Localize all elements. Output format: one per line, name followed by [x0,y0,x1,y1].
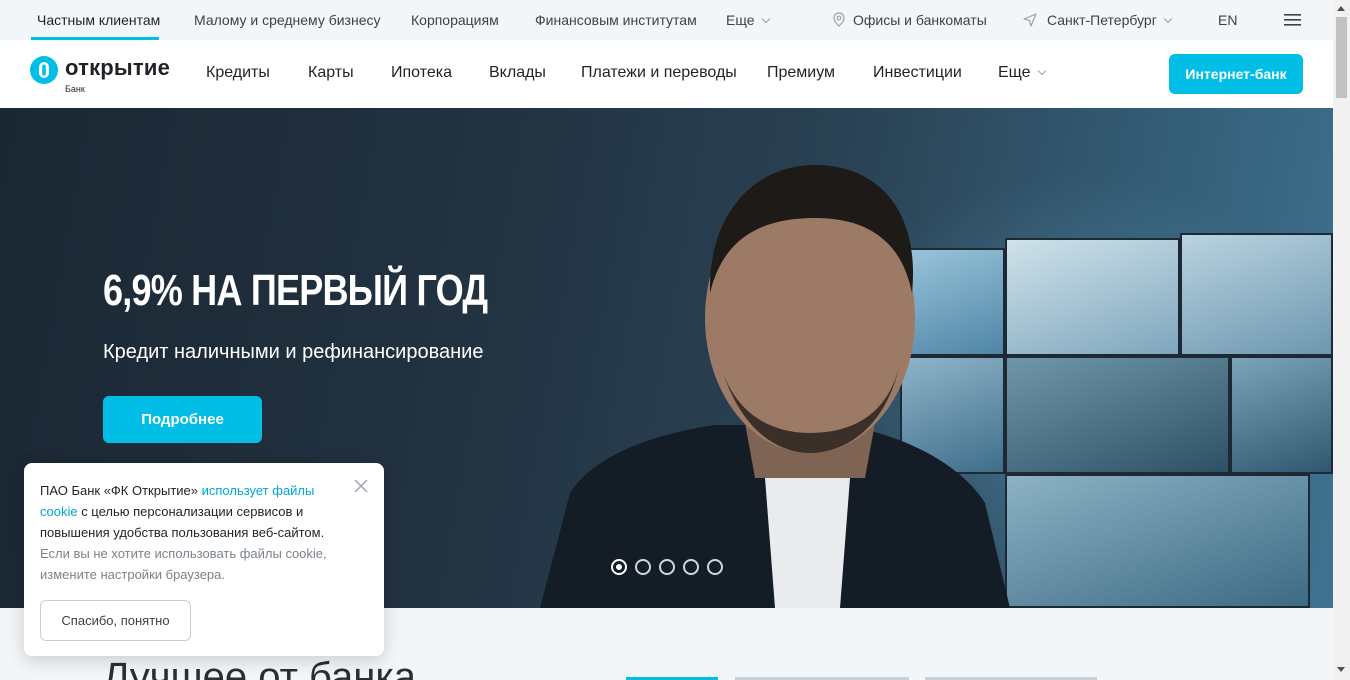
cookie-text: ПАО Банк «ФК Открытие» использует файлы … [40,480,340,585]
nav-payments[interactable]: Платежи и переводы [581,64,737,82]
offices-link[interactable]: Офисы и банкоматы [833,12,987,28]
hero-details-button[interactable]: Подробнее [103,396,262,443]
segment-financial-institutions[interactable]: Финансовым институтам [535,12,697,28]
logo-mark-icon [30,56,58,84]
cookie-text-purpose: с целью персонализации сервисов и повыше… [40,504,325,540]
hamburger-menu-button[interactable] [1284,13,1301,29]
nav-deposits[interactable]: Вклады [489,64,546,82]
scrollbar-thumb[interactable] [1336,17,1347,98]
photo-panel-room [1180,233,1333,356]
segment-more-dropdown[interactable]: Еще [726,12,770,28]
city-label: Санкт-Петербург [1047,12,1157,28]
segment-small-business[interactable]: Малому и среднему бизнесу [194,12,381,28]
nav-mortgage[interactable]: Ипотека [391,64,452,82]
logo-subtitle: Банк [65,84,85,94]
scroll-down-arrow-icon[interactable] [1337,667,1345,672]
logo-wordmark: открытие [65,55,171,80]
hamburger-menu-icon [1284,14,1301,26]
segment-corporations[interactable]: Корпорациям [411,12,499,28]
slider-pagination [611,559,723,575]
slider-dot[interactable] [683,559,699,575]
slider-dot[interactable] [635,559,651,575]
nav-more-dropdown[interactable]: Еще [998,64,1046,82]
photo-panel-house [1005,356,1230,474]
location-pin-icon [833,12,845,27]
page-scrollbar[interactable] [1333,0,1350,680]
city-selector[interactable]: Санкт-Петербург [1023,12,1173,28]
nav-more-label: Еще [998,64,1031,81]
nav-cards[interactable]: Карты [308,64,354,82]
nav-premium[interactable]: Премиум [767,64,835,82]
cookie-text-note: Если вы не хотите использовать файлы coo… [40,546,327,582]
photo-panel-landscape [1230,356,1333,474]
segment-private-clients[interactable]: Частным клиентам [37,12,160,28]
segment-more-label: Еще [726,12,755,28]
hero-subline: Кредит наличными и рефинансирование [103,341,484,363]
nav-credits[interactable]: Кредиты [206,64,270,82]
chevron-down-icon [761,14,770,24]
slider-dot[interactable] [707,559,723,575]
chevron-down-icon [1163,14,1173,24]
presenter-photo [540,165,1010,608]
cookie-accept-button[interactable]: Спасибо, понятно [40,600,191,641]
language-switch[interactable]: EN [1218,12,1237,28]
slider-dot[interactable] [611,559,627,575]
segment-bar: Частным клиентам Малому и среднему бизне… [0,0,1333,40]
chevron-down-icon [1037,66,1046,76]
close-icon[interactable] [354,479,368,493]
internet-bank-button[interactable]: Интернет-банк [1169,54,1303,94]
photo-panel-car-driver [1005,474,1310,608]
main-navigation: открытие Банк Кредиты Карты Ипотека Вкла… [0,40,1333,108]
nav-investments[interactable]: Инвестиции [873,64,962,82]
cookie-consent-popup: ПАО Банк «ФК Открытие» использует файлы … [24,463,384,656]
photo-panel-family-painting [1005,238,1180,356]
offices-label: Офисы и банкоматы [853,12,987,28]
slider-dot[interactable] [659,559,675,575]
hero-headline: 6,9% НА ПЕРВЫЙ ГОД [103,266,488,315]
cookie-text-intro: ПАО Банк «ФК Открытие» [40,483,202,498]
navigation-arrow-icon [1023,13,1037,27]
bank-logo[interactable]: открытие Банк [30,54,180,94]
section-title: Лучшее от банка [103,655,416,680]
scroll-up-arrow-icon[interactable] [1337,6,1345,11]
